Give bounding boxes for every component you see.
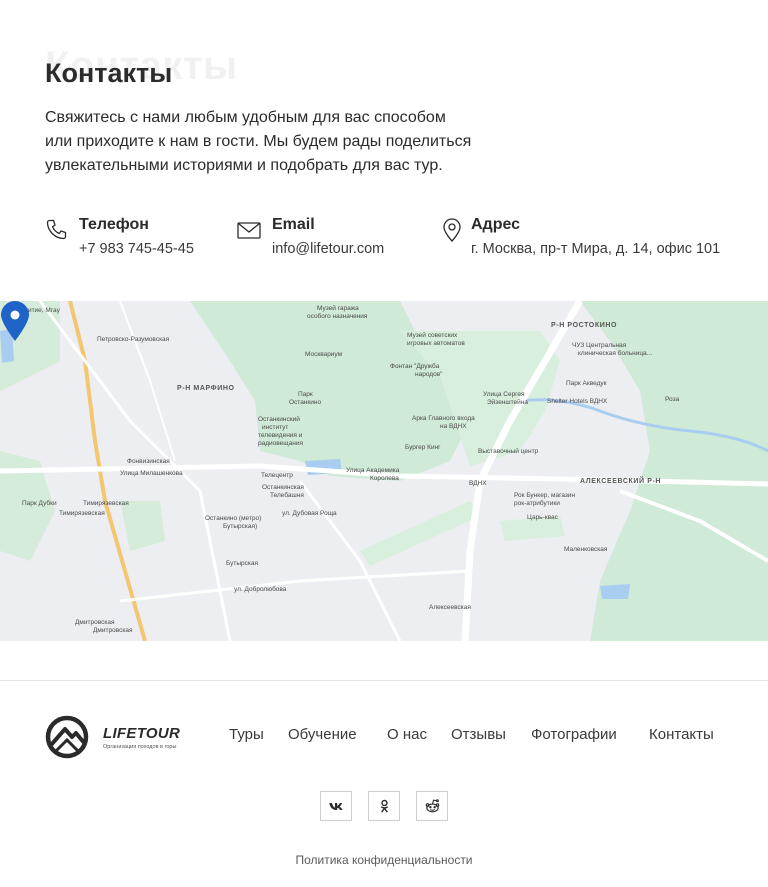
envelope-icon (237, 222, 261, 239)
contacts-section: Контакты Контакты Свяжитесь с нами любым… (0, 0, 768, 300)
map-label: АЛЕКСЕЕВСКИЙ Р-Н (580, 478, 662, 485)
map-pond-east (600, 584, 630, 599)
footer-nav-photos[interactable]: Фотографии (531, 726, 617, 743)
map-label: Маленковская (564, 546, 608, 553)
logo[interactable]: LIFETOUR Организация походов в горы (45, 715, 195, 759)
contact-address-label: Адрес (471, 216, 521, 233)
map-marker-icon[interactable] (0, 301, 30, 341)
footer-nav-reviews[interactable]: Отзывы (451, 726, 506, 743)
footer-divider (0, 680, 768, 681)
description-line: Свяжитесь с нами любым удобным для вас с… (45, 109, 446, 126)
map-label: Телебашня (270, 492, 304, 499)
map-label: Останкинская (262, 484, 304, 491)
footer-nav-about[interactable]: О нас (387, 726, 427, 743)
map-label: Бургер Кинг (405, 444, 441, 451)
odnoklassniki-icon (380, 799, 389, 813)
map-label: институт (262, 424, 289, 431)
map-label: Дмитровская (75, 619, 115, 626)
map-label: Петровско-Разумовская (97, 336, 170, 343)
map-label: Останкинский (258, 416, 300, 423)
map-label: ЧУЗ Центральная (572, 342, 627, 349)
map-label: Музей гаража (317, 305, 359, 312)
map[interactable]: Общежитие, Мгау Петровско-Разумовская Р-… (0, 301, 768, 641)
contact-address-value: г. Москва, пр-т Мира, д. 14, офис 101 (471, 241, 721, 257)
description-line: или приходите к нам в гости. Мы будем ра… (45, 133, 472, 150)
map-label: Фонвизинская (127, 458, 170, 465)
contact-phone: Телефон +7 983 745-45-45 (45, 214, 225, 264)
logo-tagline: Организация походов в горы (103, 744, 177, 750)
map-label: Эйзенштейна (487, 399, 528, 406)
contact-email-value[interactable]: info@lifetour.com (272, 241, 384, 257)
contact-email: Email info@lifetour.com (237, 214, 427, 264)
map-label: на ВДНХ (440, 423, 467, 430)
social-vk-button[interactable] (320, 791, 352, 821)
contact-phone-value[interactable]: +7 983 745-45-45 (79, 241, 194, 257)
map-label: ВДНХ (469, 480, 487, 487)
map-label: Москвариум (305, 351, 343, 358)
map-label: особого назначения (307, 313, 368, 320)
map-label: Дмитровская (93, 627, 133, 634)
map-label: ул. Дубовая Роща (282, 510, 337, 517)
map-label: Парк Дубки (22, 500, 57, 507)
map-label: Улица Сергея (483, 391, 525, 398)
map-label: Музей советских (407, 332, 458, 339)
contact-phone-label: Телефон (79, 216, 149, 233)
map-label: Рок Бункер, магазин (514, 492, 576, 499)
location-pin-icon (443, 218, 461, 242)
map-label: Улица Академика (346, 467, 400, 474)
description-line: увлекательными историями и подобрать для… (45, 157, 443, 174)
map-label: Shelter Hotels ВДНХ (547, 398, 608, 405)
phone-icon (46, 219, 67, 240)
map-label: Фонтан "Дружба (390, 363, 440, 370)
map-label: Королева (370, 475, 399, 482)
logo-name: LIFETOUR (103, 725, 181, 742)
contact-email-label: Email (272, 216, 315, 233)
map-label: Тимирязевская (59, 510, 105, 517)
contacts-description: Свяжитесь с нами любым удобным для вас с… (45, 106, 545, 178)
map-label: Р-Н РОСТОКИНО (551, 322, 618, 329)
map-label: Царь-квас (527, 514, 558, 521)
map-label: телевидения и (258, 432, 303, 439)
map-label: Телецентр (261, 472, 293, 479)
social-reddit-button[interactable] (416, 791, 448, 821)
reddit-icon (425, 799, 440, 813)
map-label: Роза (665, 396, 680, 403)
map-label: Останкино (метро) (205, 515, 262, 522)
map-label: Бутырская) (223, 523, 258, 530)
map-label: клиническая больница... (578, 350, 653, 357)
map-label: Арка Главного входа (412, 415, 475, 422)
map-label: рок-атрибутики (514, 500, 560, 507)
footer-nav-tours[interactable]: Туры (229, 726, 264, 743)
map-label: Останкино (289, 399, 322, 406)
map-label: народов" (415, 371, 443, 378)
map-label: Тимирязевская (83, 500, 129, 507)
map-label: Парк Акведук (566, 380, 607, 387)
map-label: радиовещания (258, 440, 303, 447)
map-label: Парк (298, 391, 313, 398)
map-label: Р-Н МАРФИНО (177, 385, 235, 392)
map-label: ул. Добролюбова (234, 586, 287, 593)
privacy-policy-link[interactable]: Политика конфиденциальности (0, 853, 768, 867)
vk-icon (329, 802, 343, 811)
map-label: Бутырская (226, 560, 259, 567)
footer-nav-contacts[interactable]: Контакты (649, 726, 714, 743)
page-title: Контакты (45, 58, 173, 88)
footer-nav-training[interactable]: Обучение (288, 726, 357, 743)
map-label: Алексеевская (429, 604, 471, 611)
map-label: игровых автоматов (407, 340, 465, 347)
map-label: Улица Милашенкова (120, 470, 183, 477)
contact-address: Адрес г. Москва, пр-т Мира, д. 14, офис … (440, 214, 760, 264)
social-odnoklassniki-button[interactable] (368, 791, 400, 821)
map-label: Выставочный центр (478, 448, 539, 455)
logo-mountain-icon (45, 715, 89, 759)
